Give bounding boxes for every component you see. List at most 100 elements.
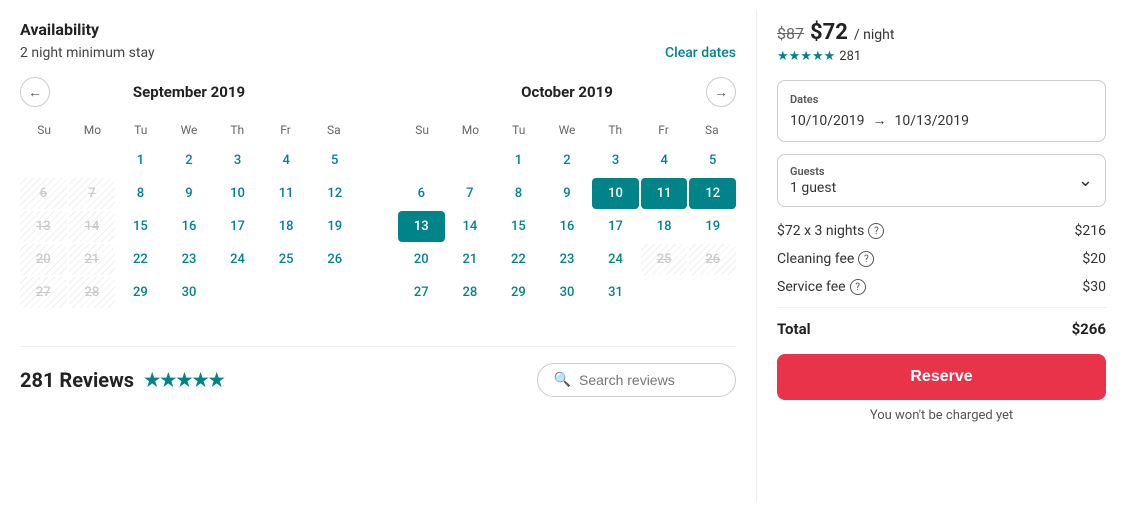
day-cell[interactable]: 16 [544, 211, 591, 242]
day-cell[interactable]: 17 [214, 211, 261, 242]
search-icon: 🔍 [554, 372, 571, 388]
day-cell[interactable]: 29 [117, 277, 164, 308]
day-cell [311, 277, 358, 308]
day-cell[interactable]: 28 [447, 277, 494, 308]
day-cell[interactable]: 10 [214, 178, 261, 209]
day-cell[interactable]: 26 [311, 244, 358, 275]
day-cell[interactable]: 1 [117, 145, 164, 176]
total-row: Total $266 [777, 307, 1106, 338]
day-cell[interactable]: 19 [311, 211, 358, 242]
day-header-label: Mo [68, 119, 116, 141]
day-cell: 13 [20, 211, 67, 242]
day-cell[interactable]: 8 [495, 178, 542, 209]
day-cell[interactable]: 2 [166, 145, 213, 176]
cleaning-info-icon[interactable]: ? [858, 251, 874, 267]
service-info-icon[interactable]: ? [850, 279, 866, 295]
day-cell[interactable]: 3 [214, 145, 261, 176]
chevron-down-icon: ⌄ [1078, 170, 1093, 191]
dates-section[interactable]: Dates 10/10/2019 → 10/13/2019 [777, 80, 1106, 142]
day-header-label: Su [398, 119, 446, 141]
no-charge-text: You won't be charged yet [777, 408, 1106, 423]
day-cell[interactable]: 12 [689, 178, 736, 209]
september-days-grid: 1234567891011121314151617181920212223242… [20, 145, 358, 326]
day-cell[interactable]: 18 [641, 211, 688, 242]
october-calendar: ← October 2019 → SuMoTuWeThFrSa 12345678… [398, 77, 736, 326]
day-cell[interactable]: 22 [117, 244, 164, 275]
day-cell[interactable]: 12 [311, 178, 358, 209]
october-days-grid: 1234567891011121314151617181920212223242… [398, 145, 736, 308]
total-amount: $266 [1072, 320, 1106, 338]
day-cell[interactable]: 15 [495, 211, 542, 242]
day-cell [20, 145, 67, 176]
day-cell[interactable]: 19 [689, 211, 736, 242]
day-cell[interactable]: 3 [592, 145, 639, 176]
day-cell[interactable]: 9 [544, 178, 591, 209]
prev-month-button[interactable]: ← [20, 77, 50, 107]
rate-info-icon[interactable]: ? [868, 223, 884, 239]
check-out-date: 10/13/2019 [895, 113, 970, 129]
day-cell[interactable]: 10 [592, 178, 639, 209]
day-header-label: We [165, 119, 213, 141]
day-header-label: Sa [310, 119, 358, 141]
day-cell[interactable]: 31 [592, 277, 639, 308]
day-cell[interactable]: 24 [214, 244, 261, 275]
day-cell[interactable]: 29 [495, 277, 542, 308]
day-cell[interactable]: 6 [398, 178, 445, 209]
day-cell[interactable]: 21 [447, 244, 494, 275]
day-cell[interactable]: 4 [641, 145, 688, 176]
day-cell: 7 [69, 178, 116, 209]
day-cell[interactable]: 9 [166, 178, 213, 209]
day-cell[interactable]: 27 [398, 277, 445, 308]
day-cell[interactable]: 24 [592, 244, 639, 275]
day-cell[interactable]: 30 [166, 277, 213, 308]
day-cell[interactable]: 4 [263, 145, 310, 176]
day-cell[interactable]: 1 [495, 145, 542, 176]
day-cell [69, 145, 116, 176]
reviews-title: 281 Reviews ★★★★★ [20, 368, 225, 392]
day-cell[interactable]: 22 [495, 244, 542, 275]
total-label: Total [777, 320, 811, 338]
day-cell[interactable]: 11 [263, 178, 310, 209]
day-cell [69, 310, 116, 326]
september-calendar: ← September 2019 → SuMoTuWeThFrSa 123456… [20, 77, 358, 326]
current-price: $72 [810, 20, 848, 45]
day-cell: 20 [20, 244, 67, 275]
day-cell[interactable]: 20 [398, 244, 445, 275]
day-cell[interactable]: 17 [592, 211, 639, 242]
day-cell[interactable]: 2 [544, 145, 591, 176]
rating-row: ★★★★★ 281 [777, 49, 1106, 64]
day-cell[interactable]: 16 [166, 211, 213, 242]
day-header-label: Th [591, 119, 639, 141]
clear-dates-button[interactable]: Clear dates [665, 45, 736, 61]
day-cell[interactable]: 25 [263, 244, 310, 275]
reserve-button[interactable]: Reserve [777, 354, 1106, 400]
september-day-headers: SuMoTuWeThFrSa [20, 119, 358, 141]
day-cell[interactable]: 23 [166, 244, 213, 275]
availability-title: Availability [20, 20, 736, 39]
service-fee-amount: $30 [1082, 279, 1106, 295]
day-cell[interactable]: 5 [311, 145, 358, 176]
next-month-button[interactable]: → [706, 77, 736, 107]
day-cell[interactable]: 23 [544, 244, 591, 275]
search-reviews-button[interactable]: 🔍 [537, 363, 736, 397]
day-cell [20, 310, 67, 326]
calendars-container: ← September 2019 → SuMoTuWeThFrSa 123456… [20, 77, 736, 326]
reviews-section: 281 Reviews ★★★★★ 🔍 [20, 346, 736, 397]
day-cell[interactable]: 7 [447, 178, 494, 209]
day-cell[interactable]: 18 [263, 211, 310, 242]
day-cell[interactable]: 15 [117, 211, 164, 242]
day-cell[interactable]: 30 [544, 277, 591, 308]
day-cell[interactable]: 11 [641, 178, 688, 209]
day-cell[interactable]: 14 [447, 211, 494, 242]
guests-section[interactable]: Guests 1 guest ⌄ [777, 154, 1106, 207]
day-cell[interactable]: 8 [117, 178, 164, 209]
day-header-label: Su [20, 119, 68, 141]
day-cell[interactable]: 5 [689, 145, 736, 176]
day-header-label: Fr [639, 119, 687, 141]
price-row: $87 $72 / night [777, 20, 1106, 45]
dates-arrow: → [873, 112, 887, 129]
day-cell[interactable]: 13 [398, 211, 445, 242]
search-reviews-input[interactable] [579, 372, 719, 388]
guests-value: 1 guest [790, 180, 836, 196]
day-header-label: Fr [261, 119, 309, 141]
